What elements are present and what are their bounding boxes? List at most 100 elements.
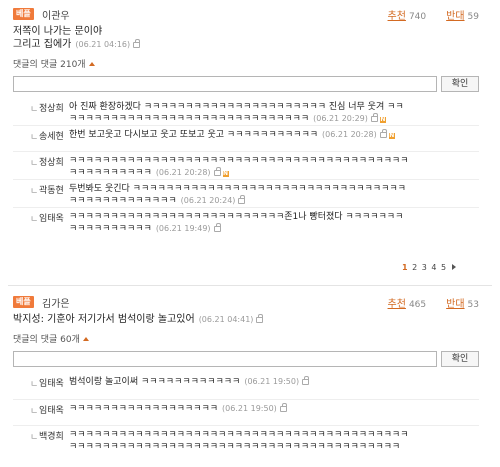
reply-list: ㄴ 임태옥 범석이랑 놀고이써 ㅋㅋㅋㅋㅋㅋㅋㅋㅋㅋㅋㅋ (06.21 19:50…: [13, 373, 479, 453]
comment-author[interactable]: 이관우: [42, 7, 70, 22]
best-badge: 베플: [13, 296, 34, 308]
reply-item: ㄴ 임태옥 ㅋㅋㅋㅋㅋㅋㅋㅋㅋㅋㅋㅋㅋㅋㅋㅋㅋㅋㅋㅋㅋㅋㅋㅋㅋㅋ존1나 빵터졌다…: [13, 207, 479, 235]
reply-count-toggle[interactable]: 댓글의 댓글 60개: [13, 332, 479, 345]
reply-mark: ㄴ: [30, 433, 39, 443]
reply-text: ㅋㅋㅋㅋㅋㅋㅋㅋㅋㅋㅋㅋㅋㅋㅋㅋㅋㅋㅋㅋㅋㅋㅋㅋㅋㅋㅋㅋㅋㅋㅋㅋㅋㅋㅋㅋㅋㅋㅋㅋ…: [69, 156, 409, 178]
comment-text: 박지성: 기훈아 저기가서 범석이랑 놀고있어 (06.21 04:41): [13, 313, 479, 326]
reply-body: ㅋㅋㅋㅋㅋㅋㅋㅋㅋㅋㅋㅋㅋㅋㅋㅋㅋㅋㅋㅋㅋㅋㅋㅋㅋㅋㅋㅋㅋㅋㅋㅋㅋㅋㅋㅋㅋㅋㅋㅋ…: [69, 152, 409, 179]
lock-icon[interactable]: [238, 195, 246, 204]
reply-author[interactable]: 송세현: [39, 129, 64, 142]
lock-icon[interactable]: [213, 223, 221, 232]
reply-mark: ㄴ: [30, 187, 39, 197]
comment-text-line: 저쪽이 나가는 문이야: [13, 26, 103, 37]
reply-item: ㄴ 곽동현 두번봐도 웃긴다 ㅋㅋㅋㅋㅋㅋㅋㅋㅋㅋㅋㅋㅋㅋㅋㅋㅋㅋㅋㅋㅋㅋㅋㅋㅋ…: [13, 179, 479, 207]
page-link[interactable]: 3: [422, 263, 427, 272]
divider: [8, 285, 492, 286]
new-icon: N: [222, 170, 229, 177]
reply-author[interactable]: 임태옥: [39, 403, 64, 416]
reply-mark: ㄴ: [30, 407, 39, 417]
reply-body: ㅋㅋㅋㅋㅋㅋㅋㅋㅋㅋㅋㅋㅋㅋㅋㅋㅋㅋㅋㅋㅋㅋㅋㅋㅋㅋㅋㅋㅋㅋㅋㅋㅋㅋㅋㅋㅋㅋㅋㅋ…: [69, 426, 409, 453]
reply-author[interactable]: 곽동현: [39, 183, 64, 196]
reply-author[interactable]: 정상희: [39, 155, 64, 168]
reply-author[interactable]: 임태옥: [39, 376, 64, 389]
comment-time: (06.21 04:16): [75, 40, 131, 49]
reply-text: ㅋㅋㅋㅋㅋㅋㅋㅋㅋㅋㅋㅋㅋㅋㅋㅋㅋㅋㅋㅋㅋㅋㅋㅋㅋㅋㅋㅋㅋㅋㅋㅋㅋㅋㅋㅋㅋㅋㅋㅋ…: [69, 430, 409, 452]
lock-icon[interactable]: [370, 113, 378, 122]
new-icon: N: [388, 132, 395, 139]
reply-form: 확인: [13, 351, 479, 369]
next-page-icon[interactable]: [451, 264, 456, 270]
new-icon: N: [379, 116, 386, 123]
reply-submit-button[interactable]: 확인: [441, 76, 479, 92]
reply-time: (06.21 20:28): [322, 130, 377, 139]
reply-time: (06.21 19:50): [222, 404, 277, 413]
reply-time: (06.21 20:28): [155, 168, 211, 177]
lock-icon[interactable]: [379, 129, 387, 138]
upvote-count: 465: [408, 300, 427, 310]
reply-body: ㅋㅋㅋㅋㅋㅋㅋㅋㅋㅋㅋㅋㅋㅋㅋㅋㅋㅋㅋㅋㅋㅋㅋㅋㅋㅋ존1나 빵터졌다 ㅋㅋㅋㅋㅋ…: [69, 208, 409, 235]
reply-body: 범석이랑 놀고이써 ㅋㅋㅋㅋㅋㅋㅋㅋㅋㅋㅋㅋ (06.21 19:50): [69, 373, 409, 388]
comment-header: 베플 김가은 추천 465 반대 53: [13, 294, 479, 310]
comment-header: 베플 이관우 추천 740 반대 59: [13, 6, 479, 22]
page-link[interactable]: 4: [431, 263, 436, 272]
reply-count-label: 댓글의 댓글 210개: [13, 60, 86, 70]
downvote-button[interactable]: 반대: [446, 299, 464, 310]
reply-text: ㅋㅋㅋㅋㅋㅋㅋㅋㅋㅋㅋㅋㅋㅋㅋㅋㅋㅋ: [69, 404, 219, 414]
reply-time: (06.21 19:50): [244, 377, 300, 386]
downvote-button[interactable]: 반대: [446, 11, 464, 22]
reply-list: ㄴ 정상희 아 진짜 환장하겠다 ㅋㅋㅋㅋㅋㅋㅋㅋㅋㅋㅋㅋㅋㅋㅋㅋㅋㅋㅋㅋㅋㅋ …: [13, 98, 479, 235]
reply-time: (06.21 19:49): [155, 224, 211, 233]
page-link[interactable]: 2: [412, 263, 417, 272]
vote-box: 추천 465 반대 53: [388, 295, 479, 310]
reply-submit-button[interactable]: 확인: [441, 351, 479, 367]
downvote-count: 53: [467, 300, 479, 310]
comment-time: (06.21 04:41): [198, 315, 254, 324]
upvote-button[interactable]: 추천: [388, 299, 406, 310]
reply-count-label: 댓글의 댓글 60개: [13, 335, 80, 345]
upvote-count: 740: [408, 12, 427, 22]
reply-item: ㄴ 임태옥 ㅋㅋㅋㅋㅋㅋㅋㅋㅋㅋㅋㅋㅋㅋㅋㅋㅋㅋ (06.21 19:50): [13, 399, 479, 425]
comment-text-line-meta: 그리고 집에가 (06.21 04:16): [13, 38, 479, 51]
reply-author[interactable]: 정상희: [39, 101, 64, 114]
vote-box: 추천 740 반대 59: [388, 7, 479, 22]
comment-text-line: 박지성: 기훈아 저기가서 범석이랑 놀고있어: [13, 314, 195, 325]
reply-item: ㄴ 정상희 ㅋㅋㅋㅋㅋㅋㅋㅋㅋㅋㅋㅋㅋㅋㅋㅋㅋㅋㅋㅋㅋㅋㅋㅋㅋㅋㅋㅋㅋㅋㅋㅋㅋㅋ…: [13, 151, 479, 179]
reply-time: (06.21 20:29): [313, 114, 368, 123]
reply-pagination: 1 2 3 4 5: [400, 263, 456, 272]
lock-icon[interactable]: [213, 167, 221, 176]
reply-time: (06.21 20:24): [180, 196, 236, 205]
reply-input[interactable]: [13, 351, 437, 367]
reply-body: 아 진짜 환장하겠다 ㅋㅋㅋㅋㅋㅋㅋㅋㅋㅋㅋㅋㅋㅋㅋㅋㅋㅋㅋㅋㅋㅋ 진심 너무 …: [69, 98, 409, 125]
page-link[interactable]: 5: [441, 263, 446, 272]
lock-icon[interactable]: [256, 314, 264, 323]
downvote-count: 59: [467, 12, 479, 22]
reply-count-toggle[interactable]: 댓글의 댓글 210개: [13, 57, 479, 70]
lock-icon[interactable]: [133, 39, 141, 48]
reply-item: ㄴ 백경희 ㅋㅋㅋㅋㅋㅋㅋㅋㅋㅋㅋㅋㅋㅋㅋㅋㅋㅋㅋㅋㅋㅋㅋㅋㅋㅋㅋㅋㅋㅋㅋㅋㅋㅋ…: [13, 425, 479, 453]
reply-item: ㄴ 정상희 아 진짜 환장하겠다 ㅋㅋㅋㅋㅋㅋㅋㅋㅋㅋㅋㅋㅋㅋㅋㅋㅋㅋㅋㅋㅋㅋ …: [13, 98, 479, 125]
best-badge: 베플: [13, 8, 34, 20]
lock-icon[interactable]: [302, 376, 310, 385]
reply-body: 두번봐도 웃긴다 ㅋㅋㅋㅋㅋㅋㅋㅋㅋㅋㅋㅋㅋㅋㅋㅋㅋㅋㅋㅋㅋㅋㅋㅋㅋㅋㅋㅋㅋㅋㅋ…: [69, 180, 409, 207]
lock-icon[interactable]: [279, 403, 287, 412]
reply-body: 한번 보고웃고 다시보고 웃고 또보고 웃고 ㅋㅋㅋㅋㅋㅋㅋㅋㅋㅋㅋ (06.21…: [69, 126, 409, 141]
reply-text: 한번 보고웃고 다시보고 웃고 또보고 웃고 ㅋㅋㅋㅋㅋㅋㅋㅋㅋㅋㅋ: [69, 130, 319, 140]
reply-input[interactable]: [13, 76, 437, 92]
reply-mark: ㄴ: [30, 105, 39, 115]
comment-text: 저쪽이 나가는 문이야 그리고 집에가 (06.21 04:16): [13, 25, 479, 51]
reply-body: ㅋㅋㅋㅋㅋㅋㅋㅋㅋㅋㅋㅋㅋㅋㅋㅋㅋㅋ (06.21 19:50): [69, 400, 409, 415]
caret-up-icon: [82, 337, 89, 341]
upvote-button[interactable]: 추천: [388, 11, 406, 22]
caret-up-icon: [88, 62, 95, 66]
reply-text: 범석이랑 놀고이써 ㅋㅋㅋㅋㅋㅋㅋㅋㅋㅋㅋㅋ: [69, 377, 241, 387]
reply-mark: ㄴ: [30, 380, 39, 390]
reply-author[interactable]: 백경희: [39, 429, 64, 442]
best-comment: 베플 김가은 추천 465 반대 53 박지성: 기훈아 저기가서 범석이랑 놀고있어…: [13, 294, 479, 453]
reply-author[interactable]: 임태옥: [39, 211, 64, 224]
page-link-current[interactable]: 1: [402, 263, 408, 272]
comment-author[interactable]: 김가은: [42, 295, 70, 310]
reply-item: ㄴ 임태옥 범석이랑 놀고이써 ㅋㅋㅋㅋㅋㅋㅋㅋㅋㅋㅋㅋ (06.21 19:50…: [13, 373, 479, 399]
reply-form: 확인: [13, 76, 479, 94]
reply-mark: ㄴ: [30, 159, 39, 169]
comment-text-line: 그리고 집에가: [13, 39, 72, 50]
